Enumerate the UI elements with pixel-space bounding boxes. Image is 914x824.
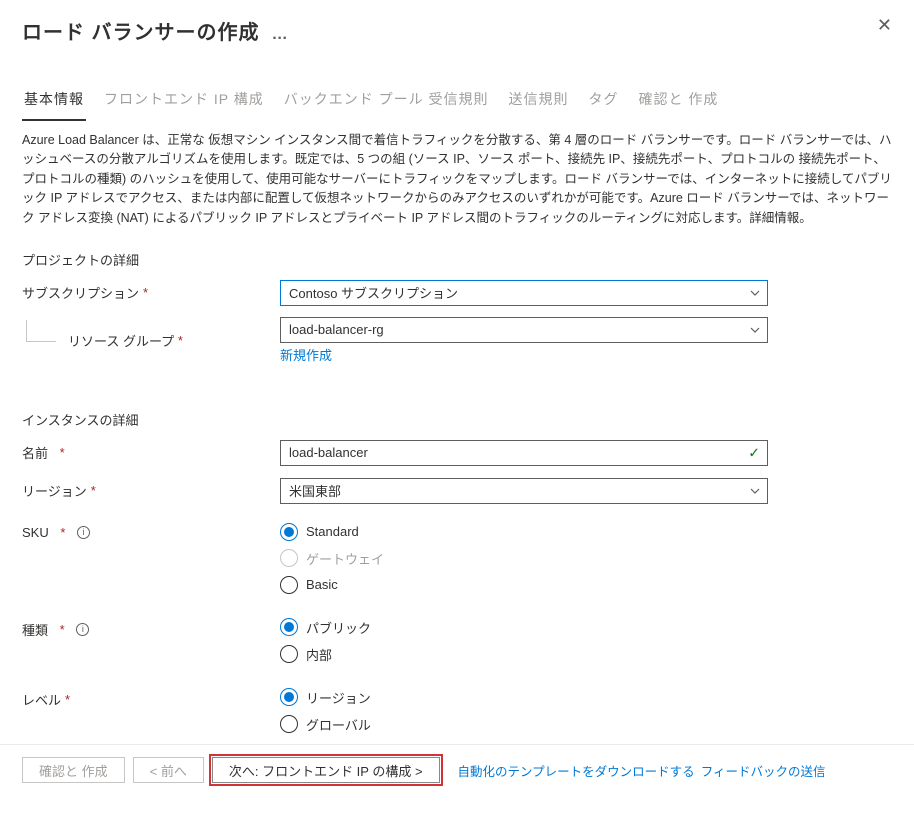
section-instance-details: インスタンスの詳細 [22,410,892,429]
tier-option-global[interactable]: グローバル [280,715,768,734]
label-name: 名前 * [22,443,280,462]
section-project-details: プロジェクトの詳細 [22,250,892,269]
info-icon[interactable]: i [77,526,90,539]
description-text: Azure Load Balancer は、正常な 仮想マシン インスタンス間で… [22,131,892,228]
page-title: ロード バランサーの作成… [22,16,289,45]
more-icon[interactable]: … [272,26,289,44]
sku-option-standard[interactable]: Standard [280,523,768,541]
previous-button[interactable]: < 前へ [133,757,204,783]
download-template-link[interactable]: 自動化のテンプレートをダウンロードする [458,761,695,780]
region-select[interactable]: 米国東部 [280,478,768,504]
tier-radio-group: リージョン グローバル [280,688,768,734]
close-button[interactable]: ✕ [877,16,892,34]
label-region: リージョン* [22,481,280,500]
chevron-down-icon [750,488,760,494]
type-radio-group: パブリック 内部 [280,618,768,664]
tab-backend-pools[interactable]: バックエンド プール 受信規則 [282,83,491,121]
footer: 確認と 作成 < 前へ 次へ: フロントエンド IP の構成 > 自動化のテンプ… [0,744,914,795]
sku-radio-group: Standard ゲートウェイ Basic [280,523,768,594]
sku-option-gateway: ゲートウェイ [280,549,768,568]
type-option-internal[interactable]: 内部 [280,645,768,664]
tab-frontend-ip[interactable]: フロントエンド IP 構成 [102,83,266,121]
tier-option-regional[interactable]: リージョン [280,688,768,707]
name-input[interactable]: load-balancer [280,440,768,466]
chevron-down-icon [750,290,760,296]
tab-review-create[interactable]: 確認と 作成 [637,83,721,121]
tab-tags[interactable]: タグ [587,83,621,121]
next-button[interactable]: 次へ: フロントエンド IP の構成 > [212,757,440,783]
type-option-public[interactable]: パブリック [280,618,768,637]
label-sku: SKU * i [22,523,280,540]
feedback-link[interactable]: フィードバックの送信 [701,761,826,780]
subscription-select[interactable]: Contoso サブスクリプション [280,280,768,306]
tab-basics[interactable]: 基本情報 [22,83,86,121]
create-new-link[interactable]: 新規作成 [280,345,332,364]
label-resource-group: リソース グループ * [22,331,280,350]
info-icon[interactable]: i [76,623,89,636]
tabs: 基本情報 フロントエンド IP 構成 バックエンド プール 受信規則 送信規則 … [0,53,914,121]
review-create-button[interactable]: 確認と 作成 [22,757,125,783]
sku-option-basic[interactable]: Basic [280,576,768,594]
label-type: 種類 * i [22,618,280,639]
check-icon: ✓ [748,444,760,461]
label-tier: レベル* [22,688,280,709]
chevron-down-icon [750,327,760,333]
label-subscription: サブスクリプション* [22,283,280,302]
resource-group-select[interactable]: load-balancer-rg [280,317,768,343]
tab-outbound-rules[interactable]: 送信規則 [507,83,571,121]
